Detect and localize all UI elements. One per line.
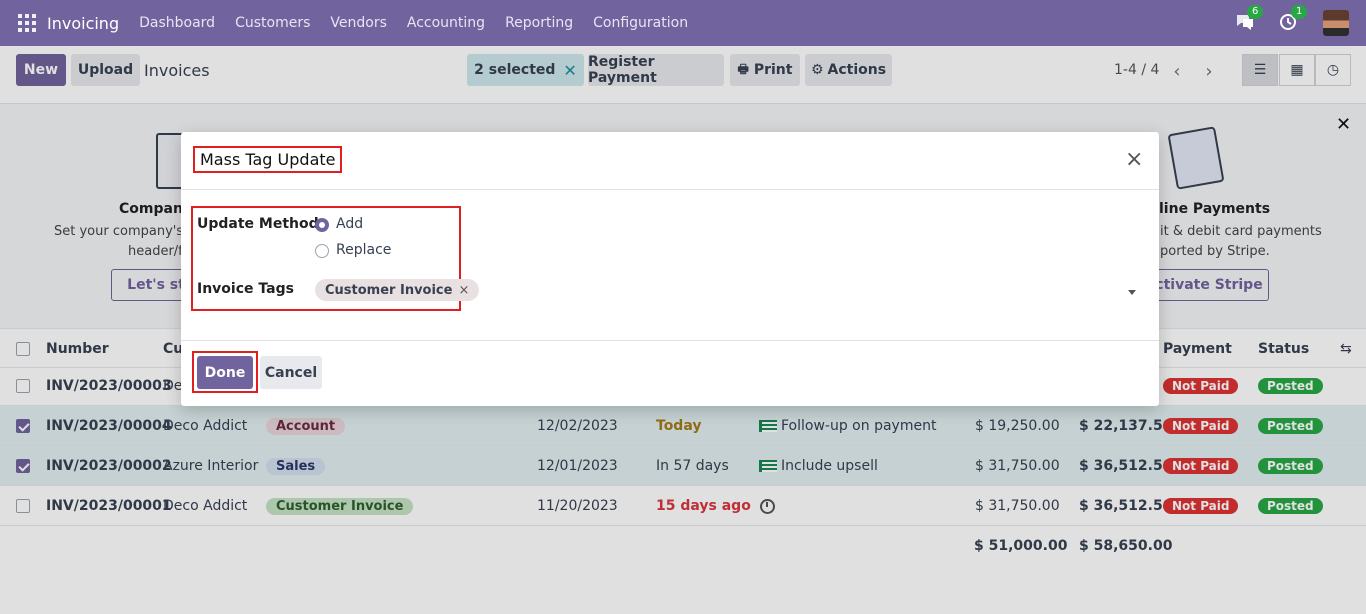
done-button[interactable]: Done xyxy=(197,356,253,389)
menu-vendors[interactable]: Vendors xyxy=(330,15,386,31)
menu-customers[interactable]: Customers xyxy=(235,15,310,31)
close-icon[interactable]: × xyxy=(1125,149,1143,171)
cancel-button[interactable]: Cancel xyxy=(260,356,322,389)
dialog-title: Mass Tag Update xyxy=(193,146,343,173)
top-navbar: Invoicing Dashboard Customers Vendors Ac… xyxy=(0,0,1366,46)
radio-replace-label[interactable]: Replace xyxy=(336,242,391,258)
tag-remove-icon[interactable]: × xyxy=(458,283,469,298)
invoice-tags-label: Invoice Tags xyxy=(197,281,294,297)
menu-dashboard[interactable]: Dashboard xyxy=(139,15,215,31)
dialog-header: Mass Tag Update × xyxy=(181,132,1159,190)
app-name[interactable]: Invoicing xyxy=(47,14,119,33)
menu-reporting[interactable]: Reporting xyxy=(505,15,573,31)
mass-tag-update-dialog: Mass Tag Update × Update Method Add Repl… xyxy=(181,132,1159,406)
tag-chip-label: Customer Invoice xyxy=(325,282,453,298)
radio-add[interactable] xyxy=(315,218,329,232)
apps-grid-icon[interactable] xyxy=(18,14,36,32)
menu-configuration[interactable]: Configuration xyxy=(593,15,688,31)
activities-clock-icon[interactable]: 1 xyxy=(1279,5,1308,33)
user-avatar[interactable] xyxy=(1323,10,1349,36)
activities-badge: 1 xyxy=(1291,5,1308,19)
messages-badge: 6 xyxy=(1247,5,1264,19)
dialog-footer xyxy=(181,340,1159,406)
radio-add-label[interactable]: Add xyxy=(336,216,363,232)
tags-dropdown-caret-icon[interactable] xyxy=(1128,290,1136,295)
update-method-label: Update Method xyxy=(197,216,319,232)
menu-accounting[interactable]: Accounting xyxy=(407,15,485,31)
messages-icon[interactable]: 6 xyxy=(1235,5,1264,33)
radio-replace[interactable] xyxy=(315,244,329,258)
tag-chip-customer-invoice: Customer Invoice × xyxy=(315,279,480,301)
